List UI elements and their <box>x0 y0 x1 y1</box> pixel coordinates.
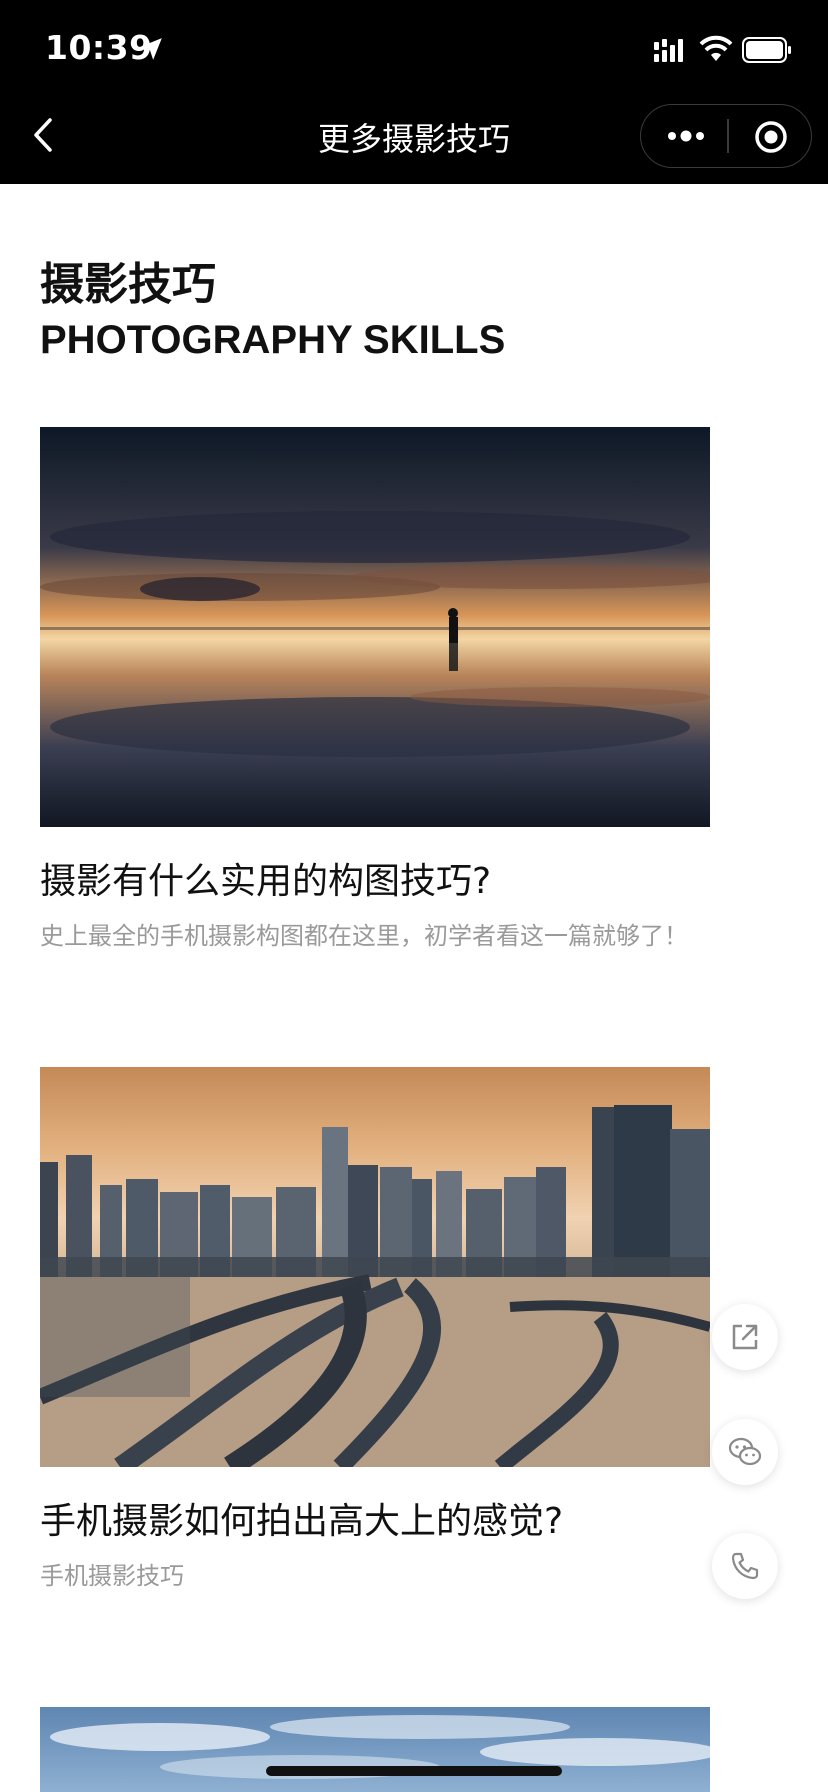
article-1-image[interactable] <box>40 427 710 827</box>
capsule-divider <box>727 119 729 153</box>
battery-icon <box>742 37 791 63</box>
page-heading: 摄影技巧 <box>40 259 216 310</box>
article-2-image[interactable] <box>40 1067 710 1467</box>
article-1-subtitle: 史上最全的手机摄影构图都在这里，初学者看这一篇就够了！ <box>40 922 688 950</box>
share-button[interactable] <box>712 1304 778 1370</box>
phone-button[interactable] <box>712 1533 778 1599</box>
close-program-icon[interactable] <box>753 119 789 155</box>
top-bar: 10:39 更多摄影技巧 <box>0 0 828 184</box>
mini-program-capsule <box>640 104 812 168</box>
cellular-signal-icon <box>654 39 683 62</box>
phone-icon <box>731 1552 759 1580</box>
wechat-button[interactable] <box>712 1419 778 1485</box>
status-time: 10:39 <box>45 28 153 67</box>
article-2-title[interactable]: 手机摄影如何拍出高大上的感觉? <box>40 1492 563 1544</box>
share-icon <box>732 1324 758 1350</box>
location-arrow-icon <box>140 38 162 60</box>
page-heading-english: PHOTOGRAPHY SKILLS <box>40 318 506 362</box>
home-indicator <box>266 1766 562 1776</box>
article-3-image[interactable] <box>40 1707 710 1792</box>
article-1-title[interactable]: 摄影有什么实用的构图技巧? <box>40 852 491 904</box>
article-2-subtitle: 手机摄影技巧 <box>40 1562 184 1590</box>
more-icon[interactable] <box>665 125 707 147</box>
wifi-icon <box>699 35 733 61</box>
wechat-icon <box>728 1437 762 1466</box>
